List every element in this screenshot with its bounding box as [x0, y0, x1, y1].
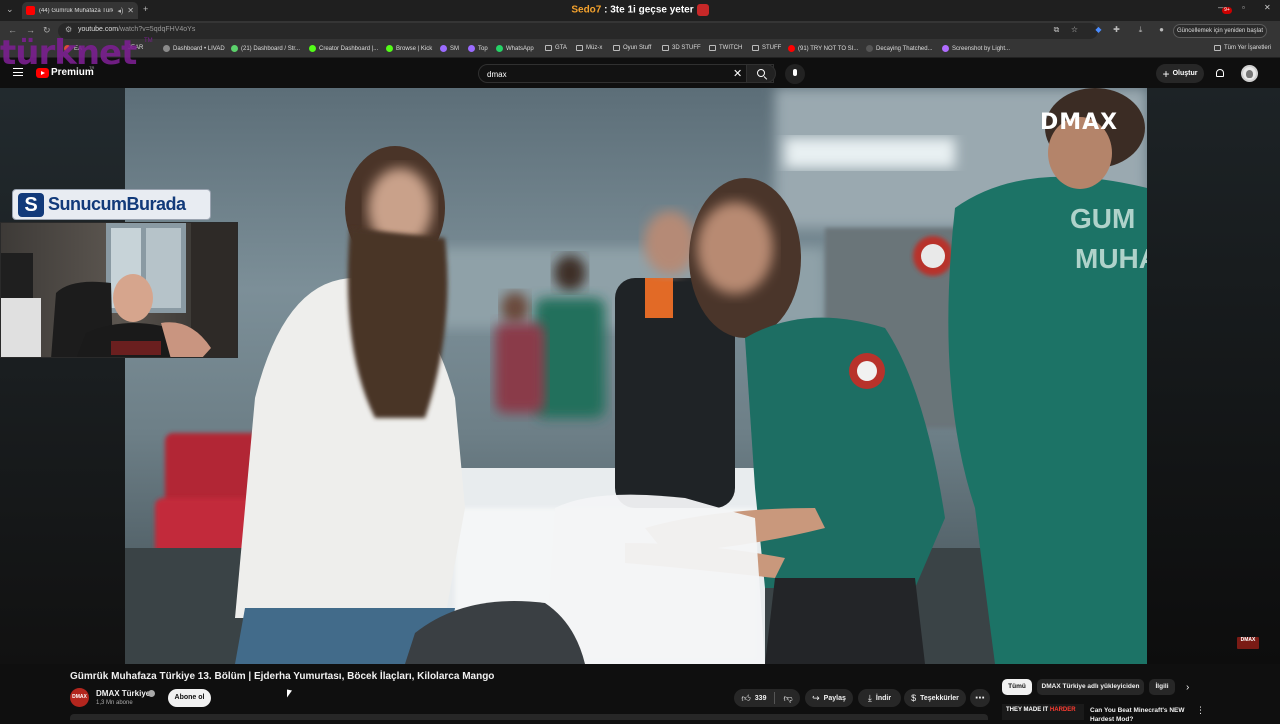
youtube-masthead: Premium TR ✕ +Oluştur [0, 59, 1280, 88]
bookmark-item[interactable]: WhatsApp [496, 45, 534, 52]
profile-icon[interactable]: ● [1157, 25, 1166, 34]
url-host: youtube.com [78, 26, 119, 33]
super-thanks-icon: $ [911, 693, 917, 703]
search-icon [757, 69, 765, 77]
video-letterbox-right [1147, 88, 1280, 664]
browser-tab-strip: ⌄ (44) Gümrük Muhafaza Türk... ◂) ✕ + Se… [0, 0, 1280, 21]
account-avatar[interactable] [1241, 65, 1258, 82]
subscribe-button[interactable]: Abone ol [168, 689, 211, 707]
video-scene: GUM MUHA [125, 88, 1147, 664]
thumbnail-text: THEY MADE IT HARDER [1006, 707, 1076, 713]
recommendation-title[interactable]: Can You Beat Minecraft's NEW Hardest Mod… [1090, 706, 1190, 724]
bookmark-item[interactable]: (21) Dashboard / Str... [231, 45, 300, 52]
bookmark-folder[interactable]: Müz-x [576, 45, 602, 51]
bookmark-item[interactable]: Screenshot by Light... [942, 45, 1010, 52]
share-icon: ↪ [812, 692, 820, 703]
filter-chip-all[interactable]: Tümü [1002, 679, 1032, 695]
notifications-bell-icon[interactable] [1215, 68, 1225, 78]
stream-title: Sedo7 : 3te 1i geçse yeter [0, 4, 1280, 16]
uniform-text: GUM [1070, 203, 1135, 234]
dmax-watermark-icon: DMAX [1237, 637, 1259, 649]
search-box[interactable]: ✕ [478, 64, 774, 83]
install-app-icon[interactable]: ⧉ [1052, 25, 1061, 34]
bookmark-item[interactable]: Dashboard • LIVAD [163, 45, 225, 52]
chevron-right-icon[interactable]: › [1186, 682, 1189, 693]
notification-badge: 9+ [1222, 7, 1232, 14]
description-box[interactable] [70, 714, 988, 720]
more-actions-button[interactable]: ⋯ [970, 689, 990, 707]
presenter-text: SunucumBurada [48, 194, 186, 214]
channel-avatar[interactable]: DMAX [70, 688, 89, 707]
like-divider [774, 692, 776, 704]
video-title: Gümrük Muhafaza Türkiye 13. Bölüm | Ejde… [70, 671, 495, 682]
close-window-icon[interactable]: ✕ [1264, 3, 1271, 12]
turknet-sponsor-logo: türknet [0, 33, 137, 73]
bookmark-item[interactable]: (91) TRY NOT TO SI... [788, 45, 858, 52]
webcam-scene [1, 223, 237, 357]
bookmarks-bar: EA JEAR Dashboard • LIVAD (21) Dashboard… [0, 41, 1280, 58]
like-icon[interactable]: 👍︎ [741, 693, 750, 704]
bookmark-folder[interactable]: STUFF [752, 45, 781, 51]
dislike-icon[interactable]: 👎︎ [783, 693, 792, 704]
share-button[interactable]: ↪ Paylaş [805, 689, 853, 707]
bookmark-folder[interactable]: GTA [545, 45, 567, 51]
like-count[interactable]: 339 [755, 695, 767, 702]
maximize-icon[interactable]: ▫ [1242, 3, 1245, 12]
create-button[interactable]: + Oluştur [1156, 64, 1204, 83]
download-icon[interactable]: ⤓ [1136, 25, 1145, 34]
mouse-cursor-icon [287, 689, 292, 699]
url-path: /watch?v=5qdqFHV4oYs [118, 26, 196, 33]
plus-icon: + [1162, 66, 1170, 81]
streamer-webcam [0, 222, 238, 358]
bookmark-item[interactable]: Browse | Kick [386, 45, 432, 52]
search-button[interactable] [746, 64, 776, 83]
url-text: youtube.com/watch?v=5qdqFHV4oYs [78, 26, 195, 33]
like-dislike-group: 👍︎ 339 👎︎ [734, 689, 800, 707]
video-letterbox-left [0, 88, 125, 664]
bookmark-folder[interactable]: TWITCH [709, 45, 742, 51]
bookmark-item[interactable]: Top [468, 45, 488, 52]
recommendation-thumbnail[interactable]: THEY MADE IT HARDER [1002, 704, 1084, 720]
extension-icon[interactable]: ◆ [1094, 25, 1103, 34]
thanks-button[interactable]: $ Teşekkürler [904, 689, 966, 707]
streamer-name: Sedo7 [571, 4, 602, 16]
bookmark-star-icon[interactable]: ☆ [1070, 25, 1079, 34]
devil-emoji-icon [696, 4, 709, 16]
download-icon: ⤓ [867, 692, 872, 703]
extensions-puzzle-icon[interactable]: ✚ [1112, 25, 1121, 34]
browser-toolbar: ← → ↻ ⚙ youtube.com/watch?v=5qdqFHV4oYs [0, 21, 1280, 41]
uniform-text: MUHA [1075, 243, 1147, 274]
verified-icon [148, 690, 155, 697]
share-label: Paylaş [823, 694, 846, 702]
subscriber-count: 1,3 Mn abone [96, 700, 133, 706]
create-label: Oluştur [1172, 70, 1198, 77]
dmax-channel-logo: DMAX [1040, 110, 1119, 135]
address-bar[interactable]: ⚙ youtube.com/watch?v=5qdqFHV4oYs [58, 23, 1098, 39]
channel-name[interactable]: DMAX Türkiye [96, 689, 150, 698]
clear-search-icon[interactable]: ✕ [733, 67, 742, 80]
all-bookmarks[interactable]: Tüm Yer İşaretleri [1214, 45, 1271, 51]
update-restart-button[interactable]: Güncellemek için yeniden başlat [1173, 24, 1267, 38]
bookmark-item[interactable]: Decaying Thatched... [866, 45, 933, 52]
bookmark-item[interactable]: Creator Dashboard |... [309, 45, 378, 52]
video-player[interactable]: GUM MUHA [0, 88, 1280, 664]
bookmark-folder[interactable]: Oyun Stuff [613, 45, 651, 51]
search-input[interactable] [487, 68, 727, 80]
voice-search-button[interactable] [785, 64, 805, 84]
recommendation-menu-icon[interactable]: ⋮ [1196, 705, 1205, 716]
presenter-logo-icon: S [18, 192, 44, 217]
turknet-tm: TM [144, 38, 153, 44]
video-frame[interactable]: GUM MUHA [125, 88, 1147, 664]
bookmark-item[interactable]: SM [440, 45, 459, 52]
thanks-label: Teşekkürler [920, 694, 959, 702]
download-button[interactable]: ⤓ İndir [858, 689, 901, 707]
filter-chip-related[interactable]: İlgili [1149, 679, 1175, 695]
bookmark-folder[interactable]: 3D STUFF [662, 45, 701, 51]
stream-title-text: : 3te 1i geçse yeter [601, 4, 694, 16]
filter-chip-channel[interactable]: DMAX Türkiye adlı yükleyiciden [1037, 679, 1144, 695]
presenter-badge: S SunucumBurada [12, 189, 211, 220]
download-label: İndir [875, 694, 892, 702]
